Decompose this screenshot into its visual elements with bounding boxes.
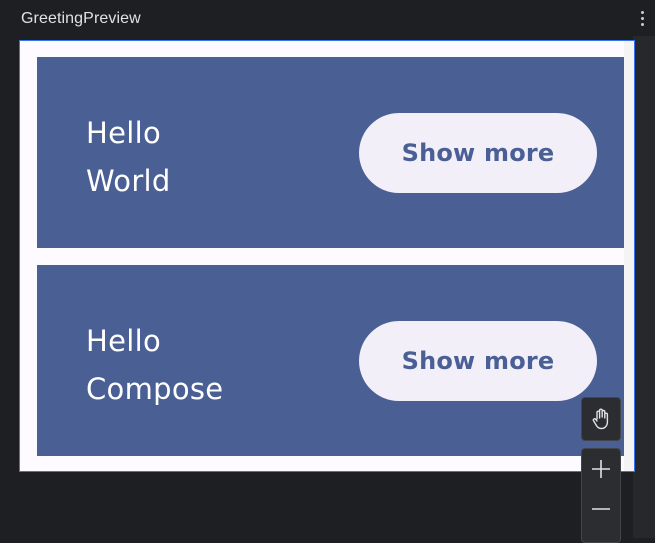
side-panel-strip <box>633 36 655 538</box>
preview-scrollbar[interactable] <box>624 41 634 471</box>
minus-icon <box>592 508 610 510</box>
plus-icon <box>592 460 610 478</box>
greeting-line: Hello <box>86 116 162 150</box>
show-more-button[interactable]: Show more <box>359 113 597 193</box>
hand-icon <box>592 408 609 430</box>
greeting-card: Hello World Show more <box>37 57 634 248</box>
greeting-name: Compose <box>86 372 224 406</box>
zoom-out-button[interactable] <box>582 489 620 529</box>
show-more-button[interactable]: Show more <box>359 321 597 401</box>
pan-mode-button[interactable] <box>581 397 621 441</box>
preview-title: GreetingPreview <box>21 10 141 27</box>
more-vertical-icon[interactable] <box>632 6 652 30</box>
greeting-card: Hello Compose Show more <box>37 265 634 456</box>
greeting-name: World <box>86 164 171 198</box>
greeting-text: Hello World <box>86 109 171 205</box>
greeting-text: Hello Compose <box>86 317 223 413</box>
zoom-controls <box>581 448 621 543</box>
greeting-line: Hello <box>86 324 162 358</box>
preview-canvas[interactable]: Hello World Show more Hello Compose Show… <box>19 40 635 472</box>
zoom-in-button[interactable] <box>582 449 620 489</box>
